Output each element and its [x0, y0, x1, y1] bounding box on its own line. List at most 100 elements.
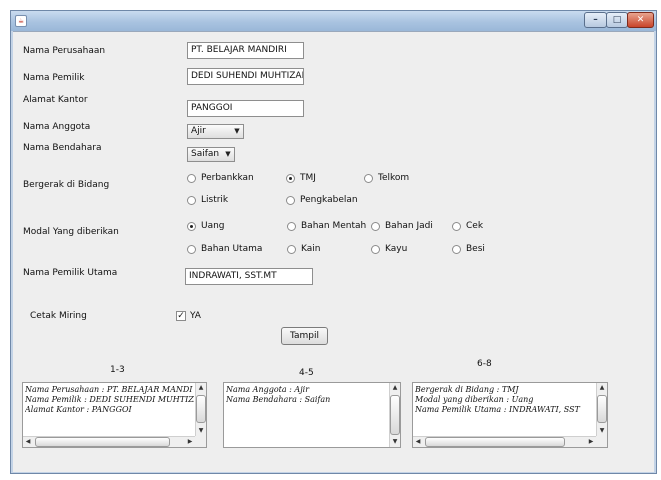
scroll-corner	[596, 436, 607, 447]
scroll-thumb[interactable]	[196, 395, 206, 423]
checkmark-icon: ✓	[176, 311, 186, 321]
radio-label: Kain	[301, 244, 321, 254]
output-text-3: Bergerak di Bidang : TMJ Modal yang diber…	[415, 385, 595, 415]
nama-pemilik-label: Nama Pemilik	[23, 73, 85, 83]
radio-circle-icon	[371, 221, 380, 231]
close-button[interactable]: ✕	[627, 12, 654, 28]
output-textarea-2[interactable]: Nama Anggota : Ajir Nama Bendahara : Saif…	[223, 382, 401, 448]
radio-uang[interactable]: Uang	[187, 219, 225, 233]
scroll-down-icon[interactable]: ▼	[597, 426, 607, 436]
dropdown-arrow-icon[interactable]: ▼	[222, 148, 234, 161]
radio-perbankkan[interactable]: Perbankkan	[187, 171, 254, 185]
radio-circle-icon	[187, 244, 196, 254]
vertical-scrollbar[interactable]: ▲ ▼	[596, 383, 607, 436]
alamat-kantor-field[interactable]: PANGGOI	[187, 100, 304, 117]
text-line: Bergerak di Bidang : TMJ	[415, 385, 519, 394]
nama-perusahaan-label: Nama Perusahaan	[23, 46, 106, 56]
text-line: Alamat Kantor : PANGGOI	[25, 405, 132, 414]
vertical-scrollbar[interactable]: ▲ ▼	[195, 383, 206, 436]
scroll-thumb[interactable]	[390, 395, 400, 435]
radio-label: Besi	[466, 244, 485, 254]
scroll-thumb[interactable]	[425, 437, 565, 447]
radio-label: TMJ	[300, 173, 316, 183]
checkbox-label: YA	[190, 311, 201, 321]
cetak-miring-checkbox[interactable]: ✓ YA	[176, 309, 201, 323]
nama-anggota-value: Ajir	[191, 126, 206, 136]
scroll-thumb[interactable]	[35, 437, 170, 447]
nama-bendahara-label: Nama Bendahara	[23, 143, 102, 153]
radio-cek[interactable]: Cek	[452, 219, 483, 233]
scroll-thumb[interactable]	[597, 395, 607, 423]
vertical-scrollbar[interactable]: ▲ ▼	[389, 383, 400, 447]
pemilik-utama-label: Nama Pemilik Utama	[23, 268, 118, 278]
bergerak-label: Bergerak di Bidang	[23, 180, 110, 190]
radio-circle-icon	[187, 195, 196, 205]
output-text-2: Nama Anggota : Ajir Nama Bendahara : Saif…	[226, 385, 388, 405]
text-line: Nama Bendahara : Saifan	[226, 395, 331, 404]
minimize-button[interactable]: –	[584, 12, 607, 28]
nama-perusahaan-field[interactable]: PT. BELAJAR MANDIRI	[187, 42, 304, 59]
nama-anggota-label: Nama Anggota	[23, 122, 91, 132]
form-panel: Nama Perusahaan PT. BELAJAR MANDIRI Nama…	[13, 31, 654, 472]
horizontal-scrollbar[interactable]: ◀ ▶	[23, 436, 195, 447]
scroll-left-icon[interactable]: ◀	[413, 437, 423, 447]
output-title-6-8: 6-8	[477, 359, 492, 369]
title-bar[interactable]: ☕ – □ ✕	[11, 11, 656, 31]
radio-pengkabelan[interactable]: Pengkabelan	[286, 193, 358, 207]
pemilik-utama-field[interactable]: INDRAWATI, SST.MT	[185, 268, 313, 285]
radio-bahan-utama[interactable]: Bahan Utama	[187, 242, 262, 256]
close-icon: ✕	[636, 15, 645, 25]
scroll-down-icon[interactable]: ▼	[390, 437, 400, 447]
scroll-down-icon[interactable]: ▼	[196, 426, 206, 436]
scroll-up-icon[interactable]: ▲	[597, 383, 607, 393]
radio-tmj[interactable]: TMJ	[286, 171, 316, 185]
radio-telkom[interactable]: Telkom	[364, 171, 409, 185]
radio-besi[interactable]: Besi	[452, 242, 485, 256]
radio-label: Uang	[201, 221, 225, 231]
tampil-button[interactable]: Tampil	[281, 327, 328, 345]
text-line: Modal yang diberikan : Uang	[415, 395, 534, 404]
dropdown-arrow-icon[interactable]: ▼	[231, 125, 243, 138]
radio-circle-icon	[371, 244, 380, 254]
nama-bendahara-value: Saifan	[191, 149, 220, 159]
nama-anggota-combo[interactable]: Ajir ▼	[187, 124, 244, 139]
radio-circle-icon	[452, 221, 461, 231]
scroll-up-icon[interactable]: ▲	[196, 383, 206, 393]
radio-bahan-jadi[interactable]: Bahan Jadi	[371, 219, 433, 233]
scroll-right-icon[interactable]: ▶	[586, 437, 596, 447]
nama-pemilik-field[interactable]: DEDI SUHENDI MUHTIZAR	[187, 68, 304, 85]
radio-label: Pengkabelan	[300, 195, 358, 205]
horizontal-scrollbar[interactable]: ◀ ▶	[413, 436, 596, 447]
app-window: ☕ – □ ✕ Nama Perusahaan PT. BELAJAR MAND…	[10, 10, 657, 474]
scroll-corner	[195, 436, 206, 447]
radio-circle-icon	[287, 221, 296, 231]
scroll-left-icon[interactable]: ◀	[23, 437, 33, 447]
radio-label: Bahan Mentah	[301, 221, 367, 231]
radio-label: Bahan Jadi	[385, 221, 433, 231]
radio-label: Cek	[466, 221, 484, 231]
scroll-up-icon[interactable]: ▲	[390, 383, 400, 393]
radio-selected-icon	[286, 173, 295, 183]
radio-label: Listrik	[201, 195, 229, 205]
maximize-button[interactable]: □	[606, 12, 628, 28]
maximize-icon: □	[612, 15, 622, 25]
output-textarea-1[interactable]: Nama Perusahaan : PT. BELAJAR MANDI Nama …	[22, 382, 207, 448]
text-line: Nama Pemilik Utama : INDRAWATI, SST	[415, 405, 580, 414]
radio-circle-icon	[287, 244, 296, 254]
radio-bahan-mentah[interactable]: Bahan Mentah	[287, 219, 366, 233]
scroll-right-icon[interactable]: ▶	[185, 437, 195, 447]
radio-label: Kayu	[385, 244, 408, 254]
text-line: Nama Anggota : Ajir	[226, 385, 310, 394]
radio-listrik[interactable]: Listrik	[187, 193, 228, 207]
alamat-kantor-label: Alamat Kantor	[23, 95, 88, 105]
radio-kain[interactable]: Kain	[287, 242, 320, 256]
radio-circle-icon	[187, 173, 196, 183]
radio-label: Bahan Utama	[201, 244, 263, 254]
output-text-1: Nama Perusahaan : PT. BELAJAR MANDI Nama …	[25, 385, 194, 415]
nama-bendahara-combo[interactable]: Saifan ▼	[187, 147, 235, 162]
radio-kayu[interactable]: Kayu	[371, 242, 407, 256]
output-title-1-3: 1-3	[110, 365, 125, 375]
radio-selected-icon	[187, 221, 196, 231]
output-textarea-3[interactable]: Bergerak di Bidang : TMJ Modal yang diber…	[412, 382, 608, 448]
radio-circle-icon	[286, 195, 295, 205]
